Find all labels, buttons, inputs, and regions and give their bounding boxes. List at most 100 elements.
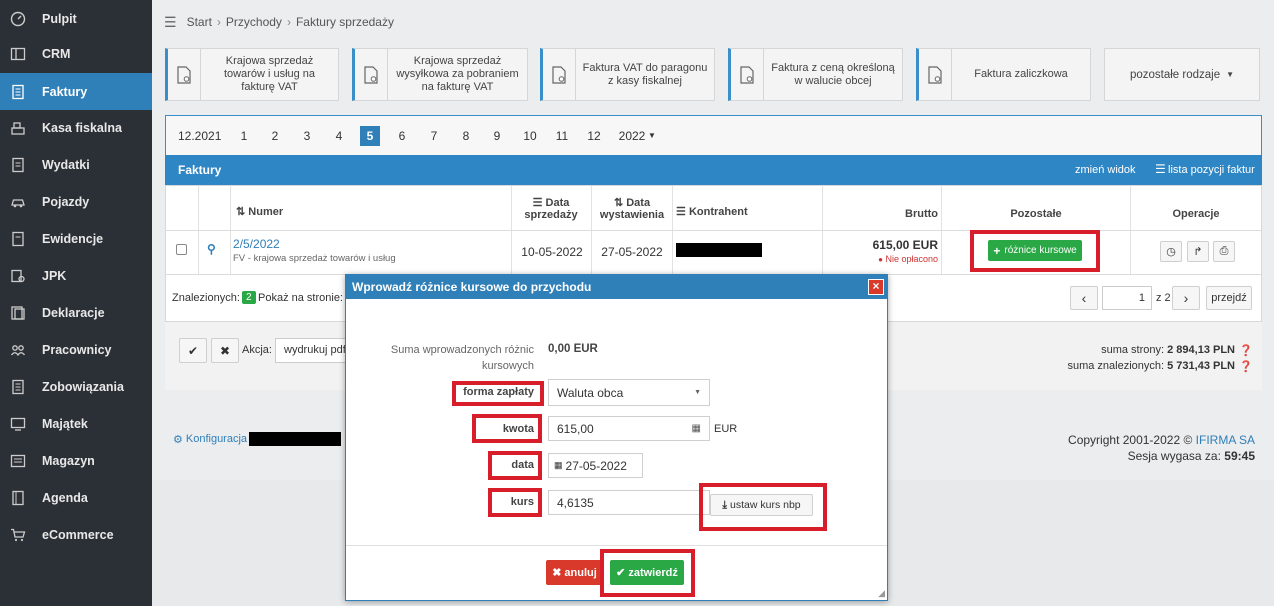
sidebar-item-majatek[interactable]: Majątek	[0, 405, 152, 442]
action-select[interactable]: wydrukuj pdf	[275, 338, 355, 363]
summary-label: Suma wprowadzonych różnic kursowych	[390, 344, 534, 372]
gross-amount: 615,00 EUR	[872, 238, 938, 252]
sidebar-item-kasa-fiskalna[interactable]: Kasa fiskalna	[0, 109, 152, 146]
go-button[interactable]: przejdź	[1206, 286, 1252, 310]
positions-list-link[interactable]: lista pozycji faktur	[1168, 164, 1255, 176]
sidebar-item-deklaracje[interactable]: Deklaracje	[0, 294, 152, 331]
payment-form-select[interactable]: Waluta obca ▼	[548, 379, 710, 406]
sidebar-item-agenda[interactable]: Agenda	[0, 479, 152, 516]
sidebar-item-pracownicy[interactable]: Pracownicy	[0, 331, 152, 368]
sidebar-item-faktury[interactable]: Faktury	[0, 73, 152, 110]
page-input[interactable]: 1	[1102, 286, 1152, 310]
redacted-company	[249, 432, 342, 446]
sidebar-item-label: Wydatki	[42, 157, 90, 172]
print-button[interactable]: ⎙	[1213, 241, 1235, 262]
month-link[interactable]: 9	[491, 126, 503, 146]
month-link[interactable]: 7	[428, 126, 440, 146]
sidebar-item-ewidencje[interactable]: Ewidencje	[0, 220, 152, 257]
month-link[interactable]: 8	[460, 126, 472, 146]
sidebar-item-label: Zobowiązania	[42, 379, 124, 394]
warehouse-icon	[8, 453, 28, 469]
sidebar-item-label: Majątek	[42, 416, 88, 431]
month-link[interactable]: 12	[584, 126, 604, 146]
month-link[interactable]: 4	[333, 126, 345, 146]
month-link[interactable]: 3	[301, 126, 313, 146]
sidebar-item-zobowiazania[interactable]: Zobowiązania	[0, 368, 152, 405]
amount-value: 615,00	[557, 421, 594, 436]
header-kontrahent[interactable]: ☰ Kontrahent	[676, 206, 766, 218]
prev-page-button[interactable]: ‹	[1070, 286, 1098, 310]
breadcrumb-item[interactable]: Przychody	[226, 15, 282, 29]
sidebar-item-label: JPK	[42, 268, 67, 283]
month-link[interactable]: 6	[396, 126, 408, 146]
row-checkbox[interactable]	[176, 244, 187, 255]
issue-date: 27-05-2022	[601, 245, 663, 259]
resize-handle-icon[interactable]: ◢	[878, 588, 885, 599]
year-dropdown[interactable]: 2022	[618, 126, 646, 146]
invoice-type-label: Krajowa sprzedaż wysyłkowa za pobraniem …	[396, 55, 519, 93]
amount-input[interactable]: 615,00 ▦	[548, 416, 710, 441]
invoice-type-button[interactable]: Faktura z ceną określoną w walucie obcej	[728, 48, 903, 101]
month-link[interactable]: 11	[552, 126, 572, 146]
panel-title: Faktury	[178, 163, 222, 177]
list-icon: ☰	[1155, 162, 1166, 176]
invoice-type-button[interactable]: Krajowa sprzedaż wysyłkowa za pobraniem …	[352, 48, 528, 101]
invoice-type-label: Krajowa sprzedaż towarów i usług na fakt…	[223, 55, 316, 93]
header-data-sprzedazy[interactable]: ☰ Data sprzedaży	[516, 197, 586, 221]
document-icon	[543, 49, 576, 100]
sidebar-item-pojazdy[interactable]: Pojazdy	[0, 183, 152, 220]
invoice-type-button[interactable]: Krajowa sprzedaż towarów i usług na fakt…	[165, 48, 339, 101]
month-link-current[interactable]: 5	[360, 126, 380, 146]
header-data-wystawienia[interactable]: ⇅ Data wystawienia	[596, 197, 668, 221]
found-count-badge: 2	[242, 291, 256, 304]
sidebar-item-label: Pojazdy	[42, 194, 90, 209]
sidebar-item-ecommerce[interactable]: eCommerce	[0, 516, 152, 553]
sidebar-item-label: Deklaracje	[42, 305, 105, 320]
header-numer[interactable]: ⇅ Numer	[232, 206, 302, 218]
share-icon: ↱	[1193, 246, 1203, 258]
invoice-type-button[interactable]: Faktura zaliczkowa	[916, 48, 1091, 101]
history-button[interactable]: ◷	[1160, 241, 1182, 262]
chevron-right-icon: ›	[216, 15, 221, 29]
breadcrumb-item[interactable]: Start	[187, 15, 212, 29]
amount-currency: EUR	[714, 423, 738, 435]
sidebar-item-crm[interactable]: CRM	[0, 35, 152, 72]
sidebar-item-wydatki[interactable]: Wydatki	[0, 146, 152, 183]
calendar-icon[interactable]: ▦	[554, 460, 563, 471]
sidebar-item-jpk[interactable]: JPK	[0, 257, 152, 294]
calculator-icon[interactable]: ▦	[692, 423, 701, 434]
invoice-type-label: Faktura VAT do paragonu z kasy fiskalnej	[582, 61, 708, 87]
brand-link[interactable]: IFIRMA SA	[1196, 433, 1255, 447]
change-view-link[interactable]: zmień widok	[1075, 164, 1136, 176]
prev-month-link[interactable]: 12.2021	[178, 126, 221, 146]
gear-icon: ⚙	[173, 433, 183, 446]
help-icon[interactable]: ❓	[1239, 344, 1253, 357]
help-icon[interactable]: ❓	[1239, 360, 1253, 373]
month-link[interactable]: 2	[269, 126, 281, 146]
cancel-button[interactable]: ✖ anuluj	[546, 560, 603, 585]
header-label: Numer	[248, 206, 284, 218]
found-sum: suma znalezionych: 5 731,43 PLN	[1005, 360, 1235, 372]
close-dialog-button[interactable]: ×	[868, 279, 884, 295]
month-link[interactable]: 10	[520, 126, 540, 146]
sidebar-item-magazyn[interactable]: Magazyn	[0, 442, 152, 479]
month-link[interactable]: 1	[238, 126, 250, 146]
deselect-all-button[interactable]: ✖	[211, 338, 239, 363]
rate-input[interactable]: 4,6135	[548, 490, 710, 515]
invoice-type-button[interactable]: Faktura VAT do paragonu z kasy fiskalnej	[540, 48, 715, 101]
config-link[interactable]: ⚙ Konfiguracja	[173, 432, 342, 446]
date-input[interactable]: ▦ 27-05-2022	[548, 453, 643, 478]
employees-icon	[8, 342, 28, 358]
invoice-number-link[interactable]: 2/5/2022	[233, 237, 280, 251]
select-all-button[interactable]: ✔	[179, 338, 207, 363]
agenda-icon	[8, 490, 28, 506]
menu-toggle-icon[interactable]: ☰	[164, 14, 177, 31]
next-page-button[interactable]: ›	[1172, 286, 1200, 310]
sidebar-item-pulpit[interactable]: Pulpit	[0, 0, 152, 37]
rate-value: 4,6135	[557, 495, 594, 510]
declarations-icon	[8, 305, 28, 321]
search-icon[interactable]: ⚲	[207, 242, 216, 256]
dashboard-icon	[8, 11, 28, 27]
more-types-dropdown[interactable]: pozostałe rodzaje ▼	[1104, 48, 1260, 101]
share-button[interactable]: ↱	[1187, 241, 1209, 262]
